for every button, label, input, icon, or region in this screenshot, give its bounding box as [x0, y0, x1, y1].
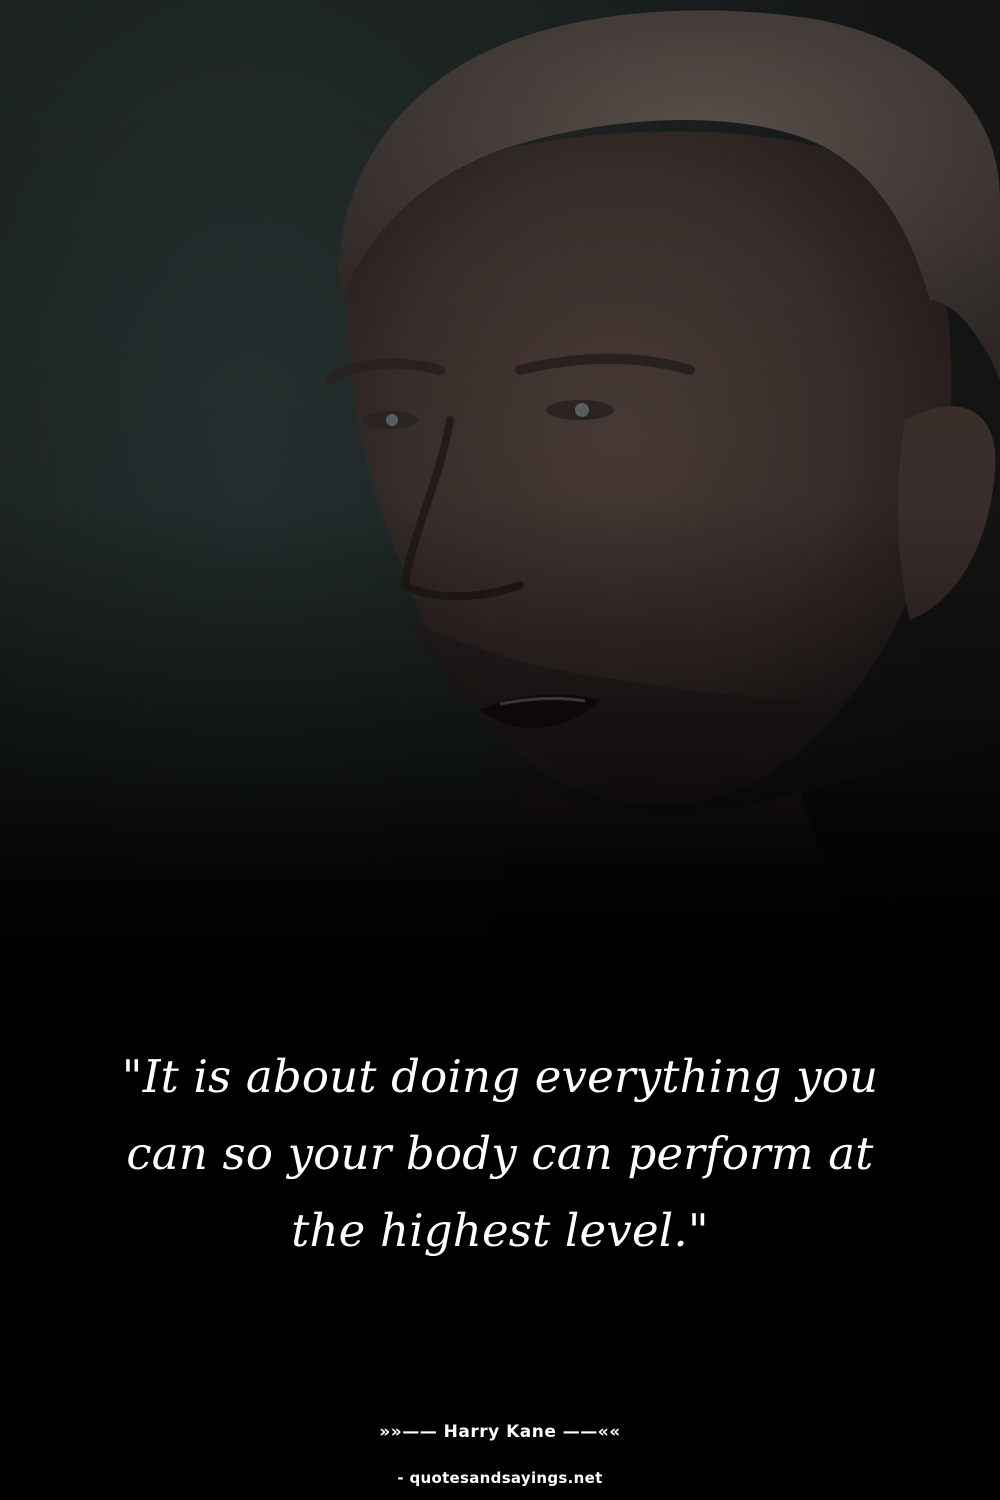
quote-poster: "It is about doing everything you can so… [0, 0, 1000, 1500]
author-attribution: »»—— Harry Kane ——«« [379, 1422, 621, 1442]
source-watermark: - quotesandsayings.net [397, 1469, 603, 1487]
quote-text: "It is about doing everything you can so… [121, 1050, 879, 1257]
dark-gradient-overlay [0, 0, 1000, 1500]
